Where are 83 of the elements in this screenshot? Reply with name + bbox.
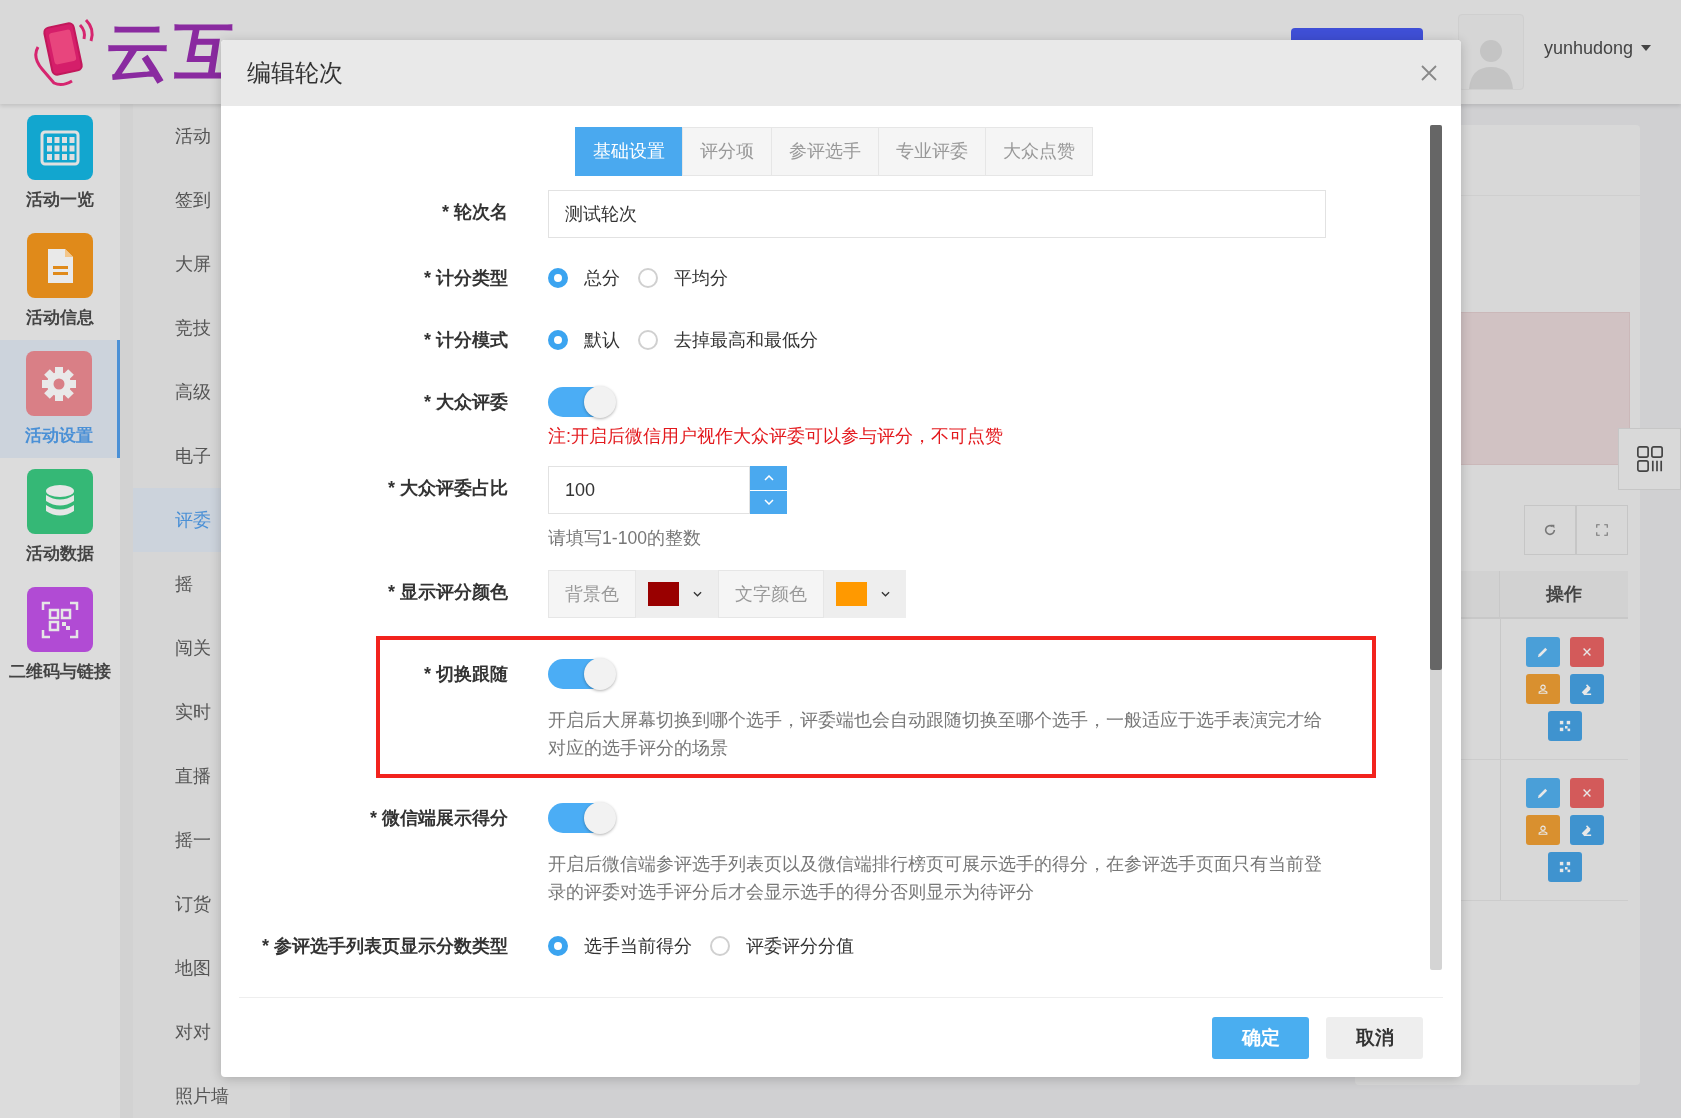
radio-label: 选手当前得分 xyxy=(584,935,692,958)
toggle-switch[interactable] xyxy=(548,803,614,833)
radio-label: 去掉最高和最低分 xyxy=(674,329,818,352)
cancel-button[interactable]: 取消 xyxy=(1326,1016,1423,1059)
user-button[interactable] xyxy=(1525,674,1560,704)
edit-button[interactable] xyxy=(1525,778,1560,808)
avatar-icon[interactable] xyxy=(1457,14,1524,90)
delete-button[interactable] xyxy=(1569,778,1604,808)
help-text: 请填写1-100的整数 xyxy=(548,527,702,550)
field-label: * 微信端展示得分 xyxy=(370,807,508,830)
radio-label: 评委评分分值 xyxy=(746,935,854,958)
radio-label: 默认 xyxy=(584,329,620,352)
round-name-field[interactable]: 测试轮次 xyxy=(548,190,1326,238)
chevron-down-icon xyxy=(763,499,774,506)
field-label: * 大众评委 xyxy=(424,391,508,414)
menu-item[interactable]: 照片墙 xyxy=(133,1064,290,1118)
refresh-button[interactable] xyxy=(1524,505,1576,555)
color-picker[interactable] xyxy=(636,570,718,618)
qr-code-icon xyxy=(1558,861,1571,873)
increment-button[interactable] xyxy=(750,466,787,490)
apps-button[interactable] xyxy=(1618,428,1681,490)
field-label: * 参评选手列表页显示分数类型 xyxy=(262,935,508,958)
nav-label: 活动信息 xyxy=(26,307,94,329)
field-label: * 轮次名 xyxy=(442,201,508,224)
user-button[interactable] xyxy=(1525,815,1560,845)
sidebar-item[interactable]: 二维码与链接 xyxy=(0,576,120,694)
username-dropdown[interactable]: yunhudong xyxy=(1543,37,1651,59)
sidebar-item[interactable]: 活动数据 xyxy=(0,458,120,576)
toggle-switch[interactable] xyxy=(548,387,614,417)
nav-label: 活动一览 xyxy=(26,189,94,211)
pencil-icon xyxy=(1536,645,1549,659)
qr-code-button[interactable] xyxy=(1547,852,1582,882)
color-picker[interactable] xyxy=(824,570,906,618)
radio-option[interactable]: 总分 xyxy=(548,266,620,290)
column-header: 操作 xyxy=(1499,571,1628,617)
chevron-down-icon xyxy=(693,591,702,597)
caret-icon xyxy=(1641,45,1651,51)
radio-label: 平均分 xyxy=(674,267,728,290)
tab[interactable]: 评分项 xyxy=(681,127,772,176)
gavel-icon xyxy=(1580,823,1593,837)
field-label: * 切换跟随 xyxy=(424,663,508,686)
decrement-button[interactable] xyxy=(750,490,787,514)
close-icon[interactable] xyxy=(1421,65,1437,81)
dialog-title: 编辑轮次 xyxy=(247,58,343,88)
chevron-down-icon xyxy=(881,591,890,597)
nav-label: 活动数据 xyxy=(26,543,94,565)
fullscreen-icon xyxy=(1596,524,1608,536)
help-text: 开启后微信端参评选手列表页以及微信端排行榜页可展示选手的得分，在参评选手页面只有当前登录的评委对选手评分后才会显示选手的得分否则显示为待评分 xyxy=(548,853,1323,904)
delete-button[interactable] xyxy=(1569,637,1604,667)
radio-option[interactable]: 去掉最高和最低分 xyxy=(638,328,818,352)
toggle-switch[interactable] xyxy=(548,659,614,689)
qr-code-icon xyxy=(1558,720,1571,732)
nav-label: 活动设置 xyxy=(24,425,93,447)
user-icon xyxy=(1536,683,1549,695)
color-label: 背景色 xyxy=(548,570,636,618)
apps-icon xyxy=(1635,445,1664,473)
scrollbar-thumb[interactable] xyxy=(1430,125,1442,670)
field-label: * 计分模式 xyxy=(424,329,508,352)
sidebar-item[interactable]: 活动信息 xyxy=(0,222,120,340)
field-label: * 显示评分颜色 xyxy=(388,581,508,604)
radio-option[interactable]: 选手当前得分 xyxy=(548,934,692,958)
user-icon xyxy=(1536,824,1549,836)
chevron-up-icon xyxy=(763,474,774,481)
warning-note: 注:开启后微信用户视作大众评委可以参与评分，不可点赞 xyxy=(548,425,1004,448)
radio-label: 总分 xyxy=(584,267,620,290)
gavel-button[interactable] xyxy=(1569,815,1604,845)
color-label: 文字颜色 xyxy=(718,570,824,618)
gavel-icon xyxy=(1580,682,1593,696)
sidebar-item[interactable]: 活动一览 xyxy=(0,104,120,222)
radio-option[interactable]: 平均分 xyxy=(638,266,728,290)
qr-code-button[interactable] xyxy=(1547,711,1582,741)
radio-option[interactable]: 评委评分分值 xyxy=(710,934,854,958)
help-text: 开启后大屏幕切换到哪个选手，评委端也会自动跟随切换至哪个选手，一般适应于选手表演完才给对应的选手评分的场景 xyxy=(548,709,1323,760)
ratio-field[interactable]: 100 xyxy=(548,466,750,514)
nav-label: 二维码与链接 xyxy=(9,661,111,683)
radio-option[interactable]: 默认 xyxy=(548,328,620,352)
pencil-icon xyxy=(1536,786,1549,800)
edit-button[interactable] xyxy=(1525,637,1560,667)
tab[interactable]: 大众点赞 xyxy=(984,127,1093,176)
field-label: * 大众评委占比 xyxy=(388,477,508,500)
refresh-icon xyxy=(1543,523,1557,537)
gavel-button[interactable] xyxy=(1569,674,1604,704)
field-label: * 计分类型 xyxy=(424,267,508,290)
